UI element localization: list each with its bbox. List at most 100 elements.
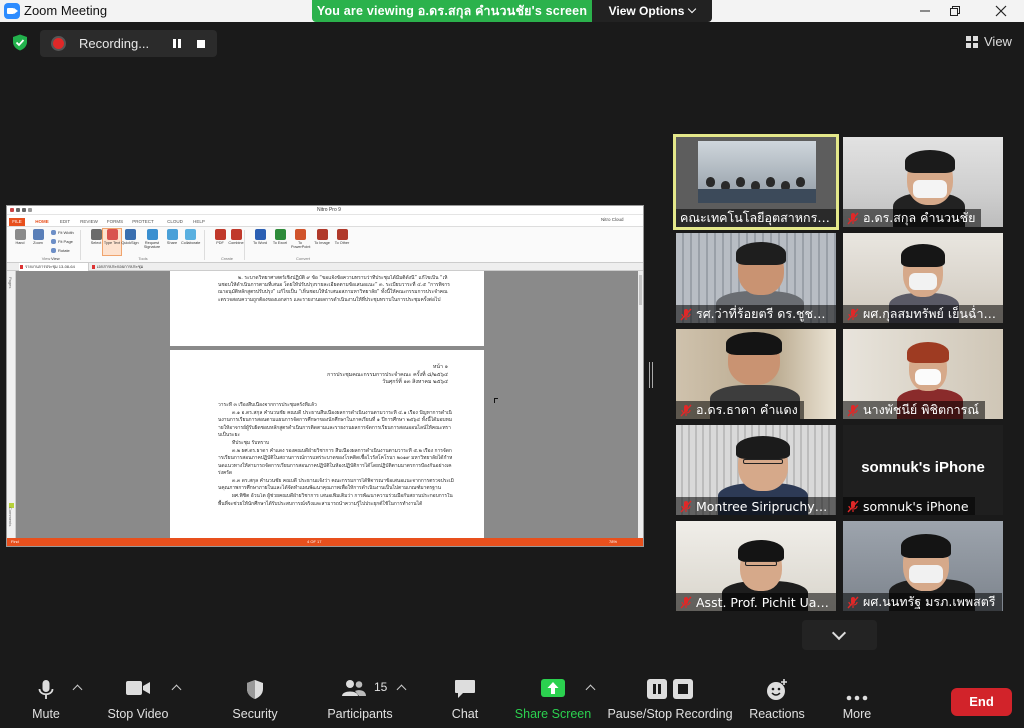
- ribbon-button-to-excel[interactable]: To Excel: [271, 229, 289, 255]
- ribbon-button-type-text[interactable]: Type Text: [102, 228, 122, 256]
- ribbon-button-zoom[interactable]: Zoom: [29, 229, 47, 255]
- participant-tile[interactable]: รศ.ว่าที่ร้อยตรี ดร.ชูชาติ …: [676, 233, 836, 323]
- participant-nameplate: อ.ดร.ธาดา คำแดง: [676, 401, 804, 419]
- document-tab[interactable]: เอกสารประกอบการประชุม: [91, 263, 171, 271]
- attendee-head: [766, 177, 775, 187]
- chat-button[interactable]: Chat: [434, 664, 496, 728]
- grid-icon: [966, 36, 978, 48]
- minimize-icon: [920, 10, 930, 12]
- participant-nameplate: รศ.ว่าที่ร้อยตรี ดร.ชูชาติ …: [676, 305, 836, 323]
- status-page-indicator[interactable]: 4 OF 17: [307, 538, 321, 546]
- ribbon-button-quicksign[interactable]: QuickSign: [121, 229, 139, 255]
- document-scrollbar[interactable]: [638, 271, 643, 538]
- participant-tile[interactable]: ผศ.กุลสมทรัพย์ เย็นฉ่ำช…: [843, 233, 1003, 323]
- document-paragraph: ๓.๓ ดร.สกุล คำนวนชัย คณบดี ประธานแจ้งว่า…: [218, 478, 454, 492]
- end-meeting-button[interactable]: End: [951, 688, 1012, 716]
- video-options-caret-icon[interactable]: [171, 684, 182, 695]
- share-button[interactable]: Share Screen: [510, 664, 596, 728]
- reactions-button[interactable]: Reactions: [744, 664, 810, 728]
- ribbon-button-share[interactable]: Share: [163, 229, 181, 255]
- video-button[interactable]: Stop Video: [103, 664, 173, 728]
- ribbon-button-to-word[interactable]: To Word: [251, 229, 269, 255]
- participant-hair: [905, 150, 955, 173]
- close-button[interactable]: [978, 0, 1024, 22]
- participant-tile[interactable]: อ.ดร.สกุล คำนวนชัย: [843, 137, 1003, 227]
- gallery-next-page-button[interactable]: [802, 620, 877, 650]
- shared-screen[interactable]: Nitro Pro 9 FILE HOME EDIT REVIEW FORMS PROTE…: [6, 205, 644, 547]
- record-button[interactable]: Pause/Stop Recording: [606, 664, 734, 728]
- participant-placeholder-name: somnuk's iPhone: [861, 459, 985, 476]
- participant-hair: [736, 436, 790, 459]
- nitro-ribbon: Hand Zoom Select Type Text QuickSign Request …: [7, 226, 643, 263]
- participant-nameplate: ผศ.กุลสมทรัพย์ เย็นฉ่ำช…: [843, 305, 1003, 323]
- participant-tile[interactable]: คณะเทคโนโลยีอุตสาหกรรม: [673, 134, 839, 230]
- ribbon-button-request-signature[interactable]: Request Signature: [143, 229, 161, 255]
- pdf-icon: [214, 229, 226, 240]
- ribbon-button-to-image[interactable]: To Image: [313, 229, 331, 255]
- ribbon-button-fit-page[interactable]: Fit Page: [51, 238, 77, 246]
- ribbon-button-to-other[interactable]: To Other: [333, 229, 351, 255]
- more-button[interactable]: More: [826, 664, 888, 728]
- security-button[interactable]: Security: [224, 664, 286, 728]
- share-screen-icon: [541, 679, 565, 702]
- ribbon-group-separator: [80, 230, 81, 260]
- participants-button[interactable]: 15 Participants: [322, 664, 398, 728]
- to-other-icon: [336, 229, 348, 240]
- combine-icon: [230, 229, 242, 240]
- muted-mic-icon: [847, 596, 859, 608]
- mute-label: Mute: [32, 707, 60, 721]
- participant-name: นางพัชนีย์ พิชิตการณ์: [863, 402, 979, 417]
- ribbon-button-fit-width[interactable]: Fit Width: [51, 229, 77, 237]
- window-title: Zoom Meeting: [24, 3, 108, 18]
- participants-icon: [341, 679, 367, 702]
- attendee-head: [736, 177, 745, 187]
- nitro-side-panel: Pages Comments: [7, 271, 16, 538]
- status-find[interactable]: Find: [11, 538, 19, 546]
- document-paragraph: ๓.๑ อ.ดร.สกุล คำนวนชัย คณบดี ประธานสืบเน…: [218, 410, 453, 438]
- participant-tile[interactable]: ผศ.นนทรัฐ มรภ.เพพสตรี: [843, 521, 1003, 611]
- document-canvas[interactable]: ๒. ระบาดวิทยาศาสตร์เชิงปฏิบัติ ๙ ข้อ “ขอ…: [16, 271, 638, 538]
- status-zoom[interactable]: 78%: [609, 538, 617, 546]
- participant-tile[interactable]: somnuk's iPhone somnuk's iPhone: [843, 425, 1003, 515]
- participant-name: อ.ดร.สกุล คำนวนชัย: [863, 210, 976, 225]
- collaborate-label: Collaborate: [181, 241, 201, 245]
- ribbon-button-hand[interactable]: Hand: [11, 229, 29, 255]
- mute-button[interactable]: Mute: [16, 664, 76, 728]
- participant-tile[interactable]: Asst. Prof. Pichit Uant…: [676, 521, 836, 611]
- more-label: More: [842, 707, 872, 721]
- document-tab[interactable]: รายงานการประชุม 13-08-64: [19, 263, 89, 271]
- participant-hair: [907, 342, 949, 363]
- participant-hair: [738, 540, 784, 562]
- participant-hair: [726, 332, 782, 355]
- to-powerpoint-label: To PowerPoint: [291, 241, 311, 250]
- muted-mic-icon: [680, 308, 692, 320]
- zoom-icon: [32, 229, 44, 240]
- hand-icon: [14, 229, 26, 240]
- title-bar: Zoom Meeting You are viewing อ.ดร.สกุล ค…: [0, 0, 1024, 22]
- to-word-icon: [254, 229, 266, 240]
- ribbon-button-to-powerpoint[interactable]: To PowerPoint: [291, 229, 311, 255]
- ribbon-group-create: Create: [220, 256, 233, 261]
- nitro-cloud-label: Nitro Cloud: [601, 217, 624, 222]
- participant-tile[interactable]: นางพัชนีย์ พิชิตการณ์: [843, 329, 1003, 419]
- stop-recording-icon[interactable]: [194, 37, 208, 51]
- ribbon-group-convert: Convert: [295, 256, 310, 261]
- ribbon-button-combine[interactable]: Combine: [227, 229, 245, 255]
- participants-options-caret-icon[interactable]: [396, 684, 407, 695]
- ribbon-button-rotate-view[interactable]: Rotate View: [51, 247, 77, 261]
- to-word-label: To Word: [252, 241, 268, 245]
- ribbon-button-collaborate[interactable]: Collaborate: [181, 229, 201, 255]
- pause-recording-icon[interactable]: [170, 37, 184, 51]
- recording-indicator: Recording...: [40, 30, 217, 57]
- video-label: Stop Video: [107, 707, 169, 721]
- participant-tile[interactable]: Montree Siripruchyan…: [676, 425, 836, 515]
- pdf-label: PDF: [216, 241, 224, 245]
- participant-hair: [901, 534, 951, 558]
- view-button[interactable]: View: [962, 32, 1018, 52]
- encryption-shield-icon[interactable]: [12, 34, 28, 51]
- view-options-button[interactable]: View Options: [592, 0, 712, 22]
- pane-splitter-handle[interactable]: [649, 362, 653, 388]
- participant-tile[interactable]: อ.ดร.ธาดา คำแดง: [676, 329, 836, 419]
- restore-button[interactable]: [932, 0, 978, 22]
- document-paragraph: วาระที่ ๓ เรื่องสืบเนื่องจากการประชุมครั…: [218, 402, 317, 408]
